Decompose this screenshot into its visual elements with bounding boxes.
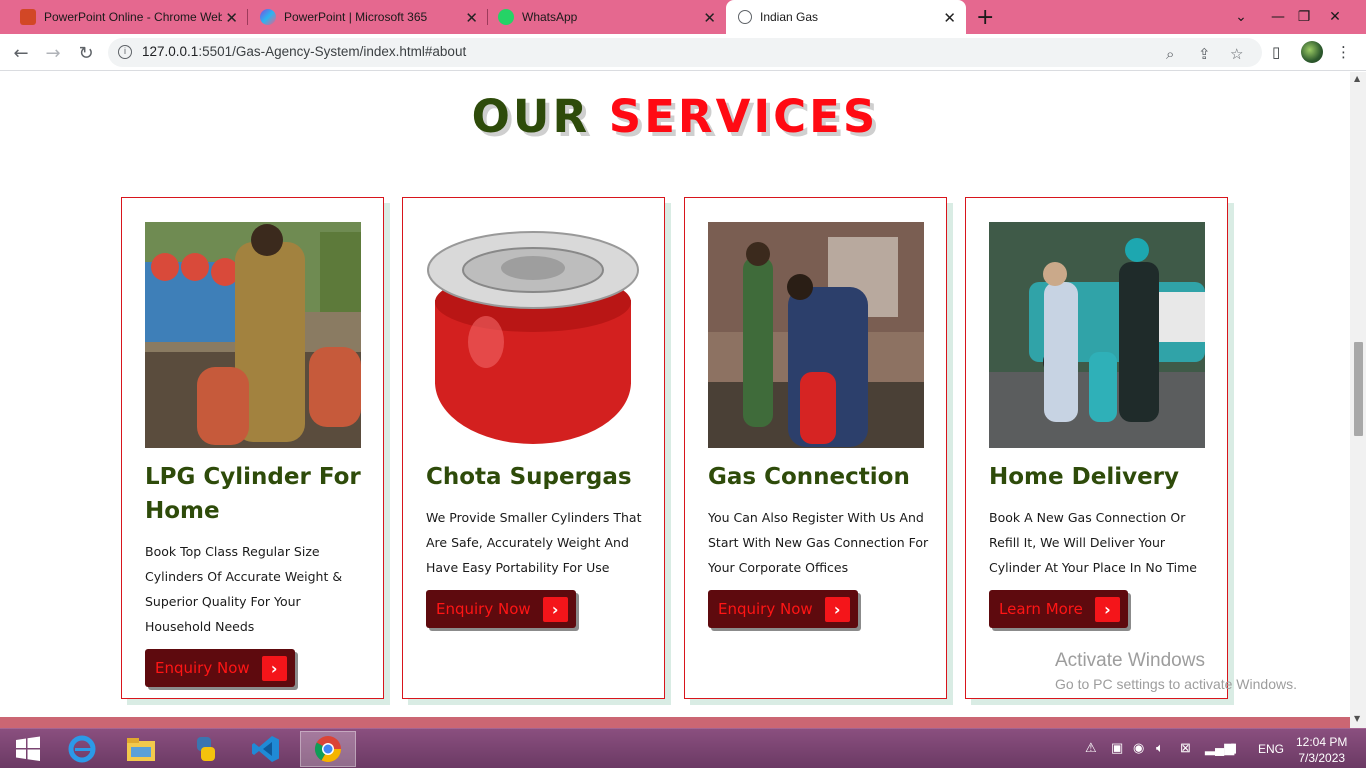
share-icon[interactable]: ⇪: [1198, 45, 1211, 63]
back-button[interactable]: ←: [10, 42, 32, 64]
scrollbar-thumb[interactable]: [1354, 342, 1363, 436]
page-viewport: OUR SERVICES LPG Cylinder For Home Book …: [0, 72, 1350, 728]
tab-strip: PowerPoint Online - Chrome Web ✕ PowerPo…: [0, 0, 1366, 34]
chevron-right-icon: ›: [261, 655, 287, 681]
browser-toolbar: ← → ↻ i 127.0.0.1:5501/Gas-Agency-System…: [0, 34, 1366, 71]
zoom-icon[interactable]: ⌕: [1166, 45, 1174, 63]
tab-powerpoint-365[interactable]: PowerPoint | Microsoft 365 ✕: [248, 0, 488, 34]
card-title: Chota Supergas: [426, 464, 632, 490]
close-tab-icon[interactable]: ✕: [225, 9, 238, 27]
bookmark-star-icon[interactable]: ☆: [1230, 45, 1243, 63]
network-disconnected-icon[interactable]: ⊠: [1180, 740, 1191, 756]
lpg-delivery-photo: [145, 222, 361, 448]
service-card-home-delivery: Home Delivery Book A New Gas Connection …: [965, 197, 1228, 699]
activate-windows-watermark: Activate Windows Go to PC settings to ac…: [1055, 650, 1297, 692]
profile-avatar[interactable]: [1301, 41, 1323, 63]
enquiry-now-button[interactable]: Enquiry Now ›: [708, 590, 858, 628]
service-card-chota-supergas: Chota Supergas We Provide Smaller Cylind…: [402, 197, 665, 699]
chevron-right-icon: ›: [542, 596, 568, 622]
tab-whatsapp[interactable]: WhatsApp ✕: [488, 0, 726, 34]
volume-icon[interactable]: 🔈︎: [1156, 740, 1164, 756]
windows-logo-icon: [16, 736, 40, 761]
action-center-warning-icon[interactable]: ⚠: [1085, 740, 1097, 756]
powerpoint-icon: [20, 9, 36, 25]
internet-explorer-icon[interactable]: [54, 731, 110, 767]
reload-button[interactable]: ↻: [75, 42, 97, 64]
clock-time: 12:04 PM: [1296, 735, 1348, 749]
minimize-button[interactable]: —: [1266, 0, 1290, 34]
menu-icon[interactable]: ⋮: [1336, 43, 1351, 61]
side-panel-icon[interactable]: ▯: [1272, 43, 1280, 61]
tab-powerpoint-online[interactable]: PowerPoint Online - Chrome Web ✕: [0, 0, 248, 34]
forward-button[interactable]: →: [42, 42, 64, 64]
footer-strip: [0, 717, 1350, 728]
scroll-down-arrow-icon[interactable]: ▼: [1354, 714, 1360, 723]
learn-more-button[interactable]: Learn More ›: [989, 590, 1128, 628]
card-description: Book Top Class Regular Size Cylinders Of…: [145, 544, 343, 634]
language-indicator[interactable]: ENG: [1258, 742, 1284, 756]
restore-button[interactable]: ❐: [1292, 0, 1316, 34]
chevron-right-icon: ›: [824, 596, 850, 622]
home-delivery-photo: [989, 222, 1205, 448]
chevron-right-icon: ›: [1094, 596, 1120, 622]
tab-title: WhatsApp: [522, 10, 578, 24]
sync-icon[interactable]: ◉: [1133, 740, 1144, 756]
whatsapp-icon: [498, 9, 514, 25]
globe-icon: [738, 10, 752, 24]
file-explorer-icon[interactable]: [113, 731, 169, 767]
tray-app-icon[interactable]: ▣: [1111, 740, 1123, 756]
card-title: Home Delivery: [989, 464, 1180, 490]
vscode-icon[interactable]: [238, 731, 294, 767]
card-description: You Can Also Register With Us And Start …: [708, 510, 929, 575]
chrome-icon[interactable]: [300, 731, 356, 767]
microsoft-365-icon: [260, 9, 276, 25]
card-description: Book A New Gas Connection Or Refill It, …: [989, 510, 1197, 575]
battery-icon[interactable]: ▮: [1230, 740, 1237, 756]
tab-search-icon[interactable]: ⌄: [1228, 0, 1254, 34]
gas-connection-photo: [708, 222, 924, 448]
clock-date: 7/3/2023: [1298, 751, 1346, 765]
page-scrollbar[interactable]: ▲ ▼: [1350, 72, 1366, 728]
service-card-gas-connection: Gas Connection You Can Also Register Wit…: [684, 197, 947, 699]
scroll-up-arrow-icon[interactable]: ▲: [1354, 74, 1360, 83]
windows-taskbar: ⚠ ▣ ◉ 🔈︎ ⊠ ▂▄▆ ▮ ENG 12:04 PM 7/3/2023: [0, 728, 1366, 768]
address-bar[interactable]: i 127.0.0.1:5501/Gas-Agency-System/index…: [108, 38, 1262, 67]
card-title: Gas Connection: [708, 464, 910, 490]
close-window-button[interactable]: ✕: [1322, 0, 1348, 34]
heading-word-services: SERVICES: [608, 90, 879, 143]
tab-title: Indian Gas: [760, 10, 819, 24]
close-tab-icon[interactable]: ✕: [943, 9, 956, 27]
enquiry-now-button[interactable]: Enquiry Now ›: [145, 649, 295, 687]
service-card-lpg: LPG Cylinder For Home Book Top Class Reg…: [121, 197, 384, 699]
tab-indian-gas[interactable]: Indian Gas ✕: [726, 0, 966, 34]
site-info-icon[interactable]: i: [118, 45, 132, 59]
tab-title: PowerPoint | Microsoft 365: [284, 10, 428, 24]
tab-title: PowerPoint Online - Chrome Web: [44, 10, 222, 24]
enquiry-now-button[interactable]: Enquiry Now ›: [426, 590, 576, 628]
services-heading: OUR SERVICES: [0, 90, 1350, 143]
close-tab-icon[interactable]: ✕: [465, 9, 478, 27]
chota-cylinder-photo: [426, 222, 642, 448]
system-clock[interactable]: 12:04 PM 7/3/2023: [1296, 734, 1347, 766]
start-button[interactable]: [0, 731, 56, 767]
card-title: LPG Cylinder For Home: [145, 464, 361, 524]
card-description: We Provide Smaller Cylinders That Are Sa…: [426, 510, 642, 575]
python-idle-icon[interactable]: [178, 731, 234, 767]
close-tab-icon[interactable]: ✕: [703, 9, 716, 27]
heading-word-our: OUR: [471, 90, 591, 143]
url-text: 127.0.0.1:5501/Gas-Agency-System/index.h…: [142, 44, 467, 59]
new-tab-button[interactable]: +: [976, 5, 994, 30]
